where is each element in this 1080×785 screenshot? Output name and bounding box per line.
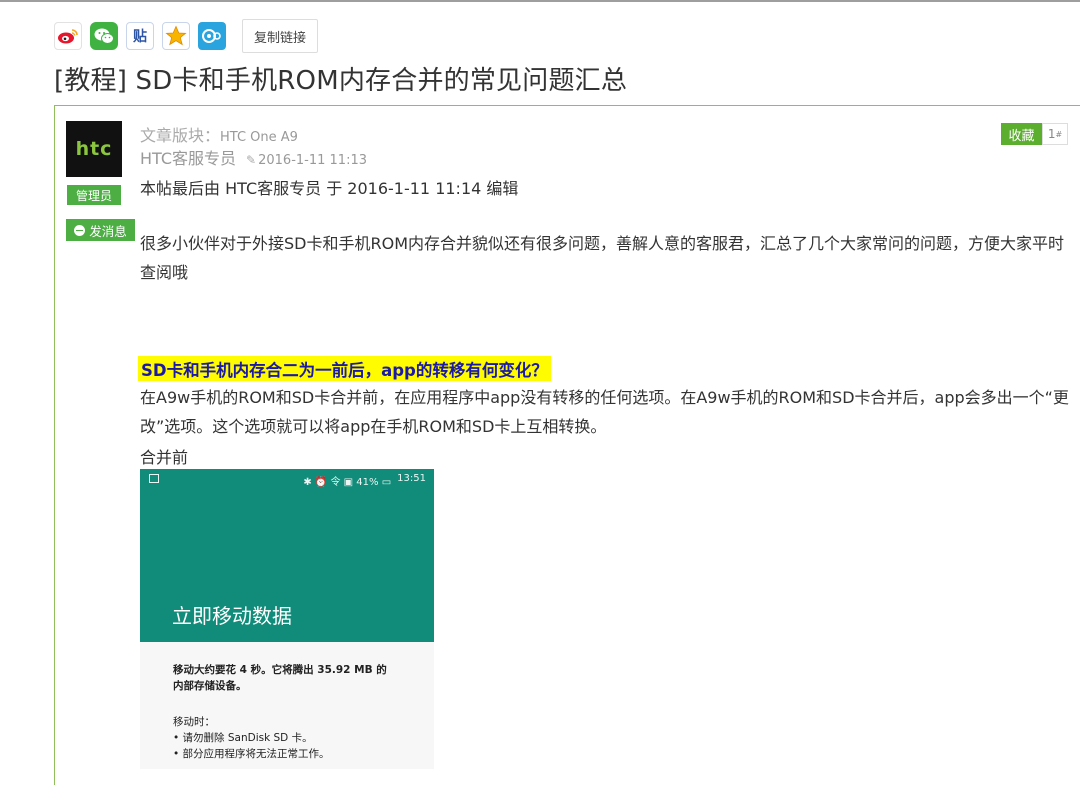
phone-text-line: 内部存储设备。 [173,680,247,692]
phone-header: ✱ ⏰ 令 ▣ 41% ▭ 13:51 立即移动数据 [140,469,434,642]
section-heading: SD卡和手机内存合二为一前后，app的转移有何变化？ [138,356,551,381]
thread-title: [教程] SD卡和手机ROM内存合并的常见问题汇总 [54,66,628,96]
favorite-button[interactable]: 收藏 [1001,123,1042,145]
phone-screen-title: 立即移动数据 [172,604,292,628]
edit-note: 本帖最后由 HTC客服专员 于 2016-1-11 11:14 编辑 [140,179,519,198]
avatar-logo-text: htc [75,138,113,160]
board-link[interactable]: HTC One A9 [220,130,298,145]
phone-status-bar: ✱ ⏰ 令 ▣ 41% ▭ 13:51 [140,469,434,491]
phone-text-line: 移动时： [173,716,215,728]
phone-screenshot-image: ✱ ⏰ 令 ▣ 41% ▭ 13:51 立即移动数据 移动大约要花 4 秒。它将… [140,469,434,769]
floor-number-value: 1 [1047,127,1056,141]
author-info: HTC客服专员 ✎ 2016-1-11 11:13 [140,145,367,169]
image-notification-icon [149,474,159,483]
weibo-icon[interactable] [54,22,82,50]
phone-text-line: • 请勿删除 SanDisk SD 卡。 [173,732,313,744]
avatar[interactable]: htc [66,121,122,177]
phone-text-line: • 部分应用程序将无法正常工作。 [173,748,330,760]
section-body: 在A9w手机的ROM和SD卡合并前，在应用程序中app没有转移的任何选项。在A9… [140,388,1069,436]
role-badge: 管理员 [67,185,121,205]
tieba-icon[interactable]: 贴 [126,22,154,50]
top-divider [0,0,1080,2]
board-info: 文章版块：HTC One A9 [140,122,298,146]
phone-text-line: 移动大约要花 4 秒。它将腾出 35.92 MB 的 [173,664,387,676]
share-bar: 贴 复制链接 [54,18,319,54]
send-message-button[interactable]: 发消息 [66,219,135,241]
intro-paragraph: 很多小伙伴对于外接SD卡和手机ROM内存合并貌似还有很多问题，善解人意的客服君，… [140,234,1064,282]
floor-number[interactable]: 1 # [1042,123,1068,145]
wechat-icon[interactable] [90,22,118,50]
status-icons-text: ✱ ⏰ 令 ▣ 41% ▭ [303,477,392,488]
floor-number-suffix: # [1055,129,1063,139]
board-label: 文章版块： [140,126,221,145]
post-time: 2016-1-11 11:13 [258,153,367,168]
star-icon[interactable] [162,22,190,50]
minus-circle-icon [74,224,86,236]
send-message-label: 发消息 [89,223,127,239]
pencil-icon: ✎ [246,153,257,167]
copy-link-button[interactable]: 复制链接 [242,19,319,53]
status-icons: ✱ ⏰ 令 ▣ 41% ▭ 13:51 [303,473,426,488]
status-time: 13:51 [397,473,426,484]
qzone-icon[interactable] [198,22,226,50]
author-name[interactable]: HTC客服专员 [140,149,236,168]
before-label: 合并前 [140,448,189,467]
